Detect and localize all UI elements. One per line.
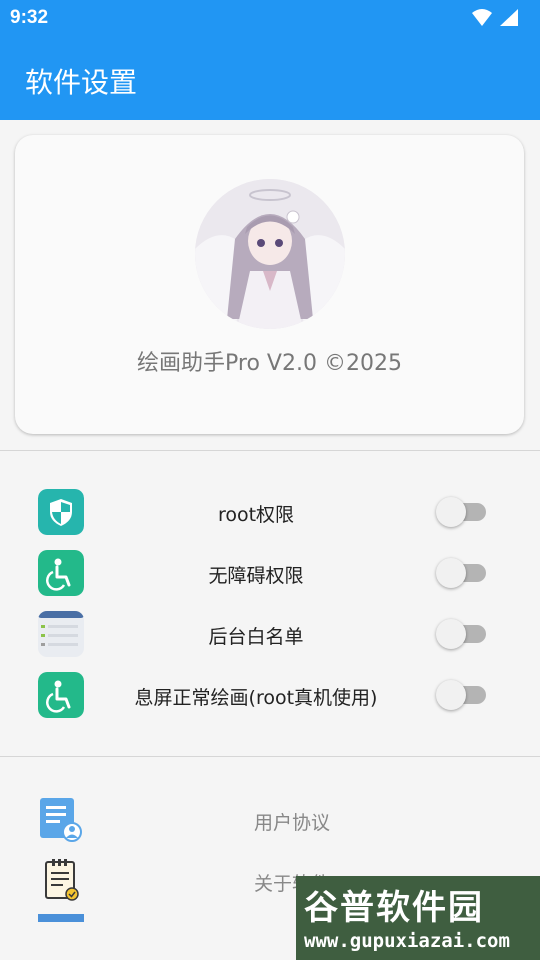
- user-agreement-label: 用户协议: [253, 812, 330, 834]
- version-text: 绘画助手Pro V2.0 ©2025: [137, 351, 402, 376]
- screen-off-drawing-toggle[interactable]: [436, 680, 486, 710]
- status-icons: [472, 9, 518, 26]
- signal-icon: [500, 9, 518, 26]
- divider: [0, 450, 540, 451]
- divider: [0, 756, 540, 757]
- permission-row-root: root权限: [0, 482, 540, 542]
- header-card: 绘画助手Pro V2.0 ©2025: [15, 135, 524, 434]
- watermark-url: www.gupuxiazai.com: [304, 930, 510, 952]
- app-bar: 软件设置: [0, 36, 540, 120]
- status-bar: 9:32: [0, 0, 540, 36]
- permission-row-accessibility: 无障碍权限: [0, 543, 540, 603]
- toggle-thumb: [436, 558, 466, 588]
- accessibility-permission-toggle[interactable]: [436, 558, 486, 588]
- status-time: 9:32: [10, 7, 49, 28]
- toggle-thumb: [436, 619, 466, 649]
- whitelist-toggle[interactable]: [436, 619, 486, 649]
- page-title: 软件设置: [25, 66, 138, 99]
- permission-row-whitelist: 后台白名单: [0, 604, 540, 664]
- watermark-title: 谷普软件园: [304, 888, 484, 928]
- partial-icon: [38, 914, 84, 922]
- avatar-illustration: [195, 179, 345, 329]
- toggle-thumb: [436, 497, 466, 527]
- user-agreement-row[interactable]: 用户协议: [0, 788, 540, 848]
- permission-row-screen-off: 息屏正常绘画(root真机使用): [0, 665, 540, 725]
- avatar: [195, 179, 345, 329]
- root-permission-toggle[interactable]: [436, 497, 486, 527]
- wifi-icon: [472, 9, 492, 26]
- watermark: 谷普软件园 www.gupuxiazai.com: [296, 876, 540, 960]
- toggle-thumb: [436, 680, 466, 710]
